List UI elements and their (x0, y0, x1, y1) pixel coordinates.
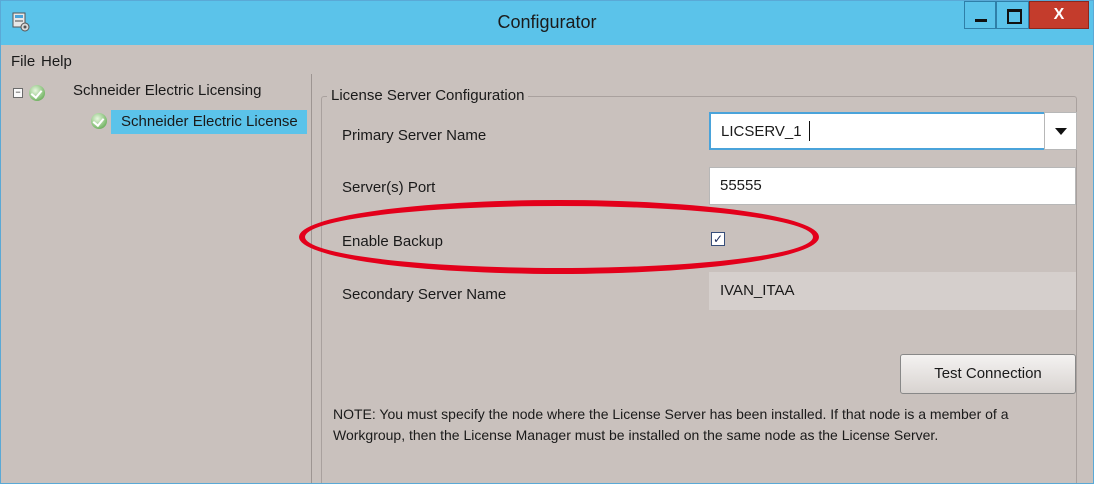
server-port-label: Server(s) Port (342, 179, 436, 196)
group-title: License Server Configuration (327, 87, 529, 104)
primary-server-label: Primary Server Name (342, 127, 487, 144)
menu-help[interactable]: Help (41, 53, 72, 70)
minimize-button[interactable] (964, 1, 996, 29)
title-bar: Configurator X (1, 1, 1093, 45)
secondary-server-label: Secondary Server Name (342, 286, 507, 303)
close-button[interactable]: X (1029, 1, 1089, 29)
maximize-icon (1007, 9, 1022, 24)
navigation-tree: − Schneider Electric Licensing (9, 74, 312, 483)
tree-item-license[interactable]: Schneider Electric License (121, 113, 298, 130)
maximize-button[interactable] (996, 1, 1029, 29)
text-caret (809, 121, 810, 141)
menu-file[interactable]: File (11, 53, 35, 70)
window-title: Configurator (497, 12, 597, 32)
close-icon: X (1053, 6, 1065, 23)
configurator-window: Configurator X File Help − Schneider Ele… (0, 0, 1094, 484)
tree-item-root[interactable]: Schneider Electric Licensing (73, 82, 261, 99)
green-check-icon (91, 113, 107, 129)
menu-bar: File Help (1, 45, 1093, 73)
collapse-icon[interactable]: − (13, 88, 23, 98)
chevron-down-icon[interactable] (1044, 112, 1077, 150)
note-text: NOTE: You must specify the node where th… (333, 406, 1009, 443)
server-port-input[interactable]: 55555 (709, 167, 1076, 205)
annotation-ellipse (299, 200, 819, 274)
secondary-server-input: IVAN_ITAA (709, 272, 1076, 310)
minimize-icon (975, 19, 987, 22)
test-connection-button[interactable]: Test Connection (900, 354, 1076, 394)
primary-server-input[interactable]: LICSERV_1 (709, 112, 1045, 150)
green-check-icon (29, 85, 45, 101)
